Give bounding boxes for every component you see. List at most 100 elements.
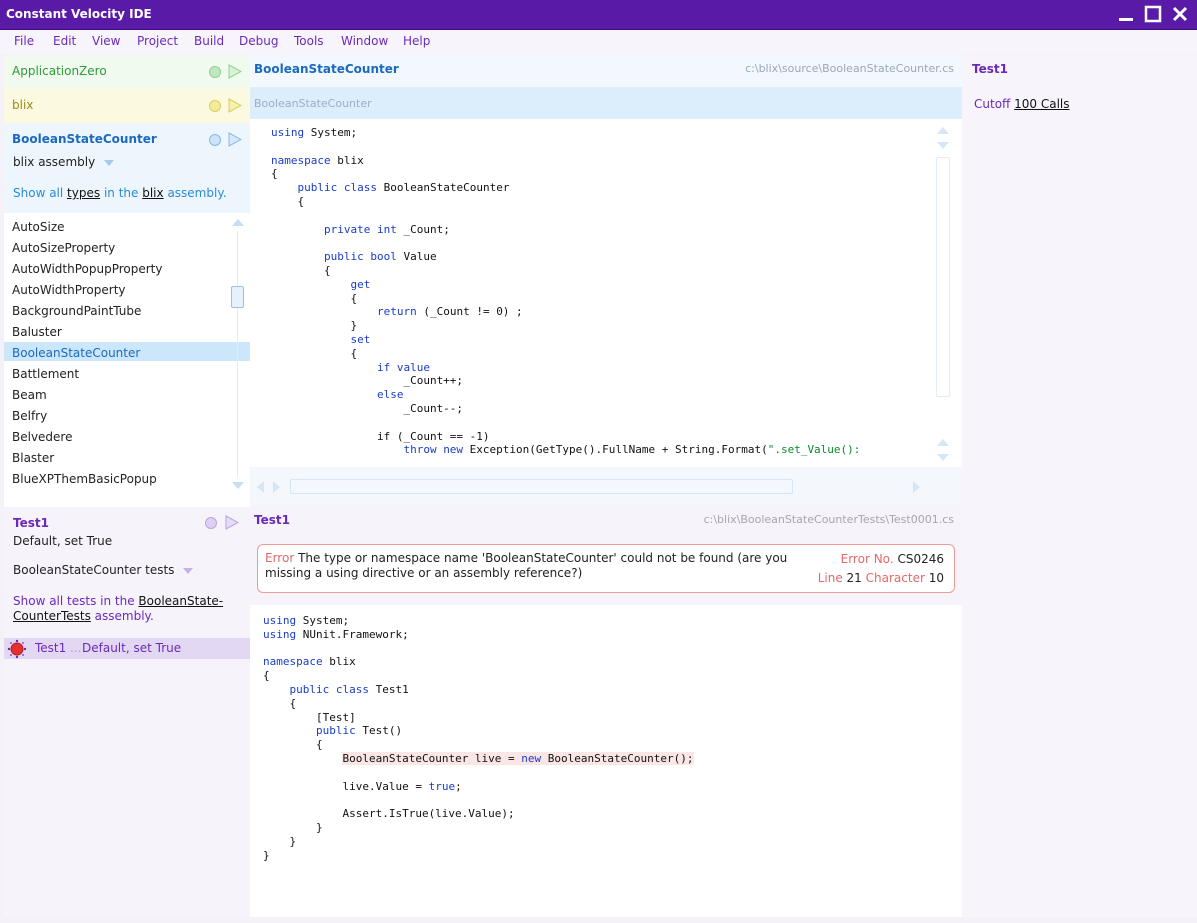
scroll-down-icon[interactable]	[231, 481, 245, 491]
error-text: Error The type or namespace name 'Boolea…	[265, 551, 795, 581]
window-title: Constant Velocity IDE	[6, 7, 152, 21]
show-all-mid: in the	[103, 186, 139, 200]
project-name: ApplicationZero	[12, 64, 107, 78]
scroll-up-small-icon[interactable]	[936, 437, 950, 447]
minimize-button[interactable]	[1116, 5, 1136, 25]
menu-tools[interactable]: Tools	[294, 34, 324, 48]
editor-title: BooleanStateCounter	[254, 62, 399, 76]
scroll-down-small-icon[interactable]	[936, 141, 950, 151]
scroll-up-icon[interactable]	[936, 125, 950, 135]
test-result-name: Test1	[35, 641, 67, 655]
cutoff-label: Cutoff	[974, 97, 1011, 111]
project-name: blix	[12, 98, 34, 112]
run-icon[interactable]	[228, 64, 242, 79]
test-title: Test1	[13, 516, 49, 530]
scroll-up-icon[interactable]	[231, 217, 245, 227]
maximize-button[interactable]	[1143, 5, 1163, 25]
test-editor-header: Test1 c:\blix\BooleanStateCounterTests\T…	[250, 505, 962, 605]
list-item[interactable]: AutoWidthProperty	[12, 283, 126, 297]
menu-project[interactable]: Project	[137, 34, 178, 48]
test-subtitle: Default, set True	[13, 534, 113, 548]
error-no-value: CS0246	[897, 552, 944, 566]
test-code-view[interactable]: using System; using NUnit.Framework; nam…	[263, 614, 694, 862]
error-number: Error No. CS0246	[841, 552, 944, 566]
scroll-down-icon[interactable]	[936, 453, 950, 463]
show-all-tests-prefix: Show all tests in the	[13, 594, 135, 608]
project-row-blix[interactable]: blix	[4, 89, 250, 123]
run-icon[interactable]	[228, 132, 242, 147]
run-icon[interactable]	[228, 98, 242, 113]
list-item[interactable]: Blaster	[12, 451, 54, 465]
menu-build[interactable]: Build	[194, 34, 224, 48]
scroll-thumb[interactable]	[290, 479, 793, 494]
right-panel: Test1 Cutoff 100 Calls	[962, 55, 1197, 917]
horizontal-scrollbar[interactable]	[250, 467, 962, 505]
run-icon[interactable]	[225, 515, 239, 530]
error-location: Line 21 Character 10	[818, 571, 944, 585]
vertical-scrollbar[interactable]	[926, 119, 962, 467]
list-item[interactable]: Baluster	[12, 325, 62, 339]
scroll-track[interactable]	[237, 231, 238, 477]
breadcrumb-item[interactable]: BooleanStateCounter	[254, 97, 372, 110]
status-dot-icon	[205, 517, 217, 529]
scroll-thumb[interactable]	[231, 286, 244, 308]
minimize-icon	[1119, 18, 1133, 21]
assembly-selector[interactable]: blix assembly	[13, 155, 115, 169]
code-view[interactable]: using System; namespace blix { public cl…	[271, 126, 860, 457]
status-dot-icon	[209, 66, 221, 78]
types-link[interactable]: types	[67, 186, 100, 200]
tests-selector-label: BooleanStateCounter tests	[13, 563, 175, 577]
editor-header: BooleanStateCounter c:\blix\source\Boole…	[250, 55, 962, 87]
error-no-label: Error No.	[840, 552, 894, 566]
error-message: The type or namespace name 'BooleanState…	[265, 551, 788, 580]
scroll-right-icon[interactable]	[912, 480, 922, 494]
show-all-tests: Show all tests in the BooleanState-Count…	[13, 594, 233, 624]
error-box[interactable]: Error The type or namespace name 'Boolea…	[257, 544, 955, 593]
show-all-suffix: assembly.	[167, 186, 227, 200]
blix-link[interactable]: blix	[142, 186, 163, 200]
editor-title: Test1	[254, 513, 290, 527]
status-dot-icon	[209, 100, 221, 112]
list-item[interactable]: AutoSizeProperty	[12, 241, 115, 255]
project-row-applicationzero[interactable]: ApplicationZero	[4, 55, 250, 89]
file-path: c:\blix\source\BooleanStateCounter.cs	[745, 62, 954, 75]
test-panel: Test1 Default, set True BooleanStateCoun…	[4, 507, 250, 917]
close-button[interactable]	[1170, 5, 1190, 25]
list-item-selected[interactable]: BooleanStateCounter	[4, 342, 250, 361]
menu-view[interactable]: View	[92, 34, 120, 48]
list-item[interactable]: Belvedere	[12, 430, 73, 444]
test-failed-icon	[7, 639, 27, 659]
test-result-row[interactable]: Test1 ... Default, set True	[4, 638, 250, 659]
list-item[interactable]: BlueXPThemBasicPopup	[12, 472, 157, 486]
menu-edit[interactable]: Edit	[53, 34, 76, 48]
list-item[interactable]: AutoWidthPopupProperty	[12, 262, 163, 276]
file-path: c:\blix\BooleanStateCounterTests\Test000…	[703, 513, 954, 526]
tests-selector[interactable]: BooleanStateCounter tests	[13, 563, 194, 577]
test-result-sep: ...	[70, 641, 82, 655]
line-value: 21	[846, 571, 862, 585]
list-item[interactable]: Beam	[12, 388, 47, 402]
error-label: Error	[265, 551, 295, 565]
scroll-right-small-icon[interactable]	[272, 480, 282, 494]
assembly-selector-label: blix assembly	[13, 155, 96, 169]
list-item-label: BooleanStateCounter	[12, 346, 141, 360]
character-value: 10	[928, 571, 944, 585]
cutoff-value-link[interactable]: 100 Calls	[1014, 97, 1069, 111]
menu-file[interactable]: File	[14, 34, 34, 48]
chevron-down-icon	[183, 567, 194, 574]
scroll-thumb[interactable]	[936, 157, 950, 397]
project-name: BooleanStateCounter	[12, 132, 157, 146]
list-item[interactable]: Battlement	[12, 367, 79, 381]
menu-help[interactable]: Help	[403, 34, 430, 48]
menu-debug[interactable]: Debug	[239, 34, 278, 48]
scroll-left-icon[interactable]	[255, 480, 265, 494]
top-editor: BooleanStateCounter c:\blix\source\Boole…	[250, 55, 962, 505]
list-item[interactable]: Belfry	[12, 409, 47, 423]
title-bar: Constant Velocity IDE	[0, 0, 1197, 30]
maximize-icon	[1144, 5, 1162, 23]
show-all-types: Show all types in the blix assembly.	[13, 186, 227, 200]
menu-window[interactable]: Window	[341, 34, 388, 48]
show-all-tests-suffix: assembly.	[94, 609, 154, 623]
list-item[interactable]: AutoSize	[12, 220, 65, 234]
list-item[interactable]: BackgroundPaintTube	[12, 304, 141, 318]
